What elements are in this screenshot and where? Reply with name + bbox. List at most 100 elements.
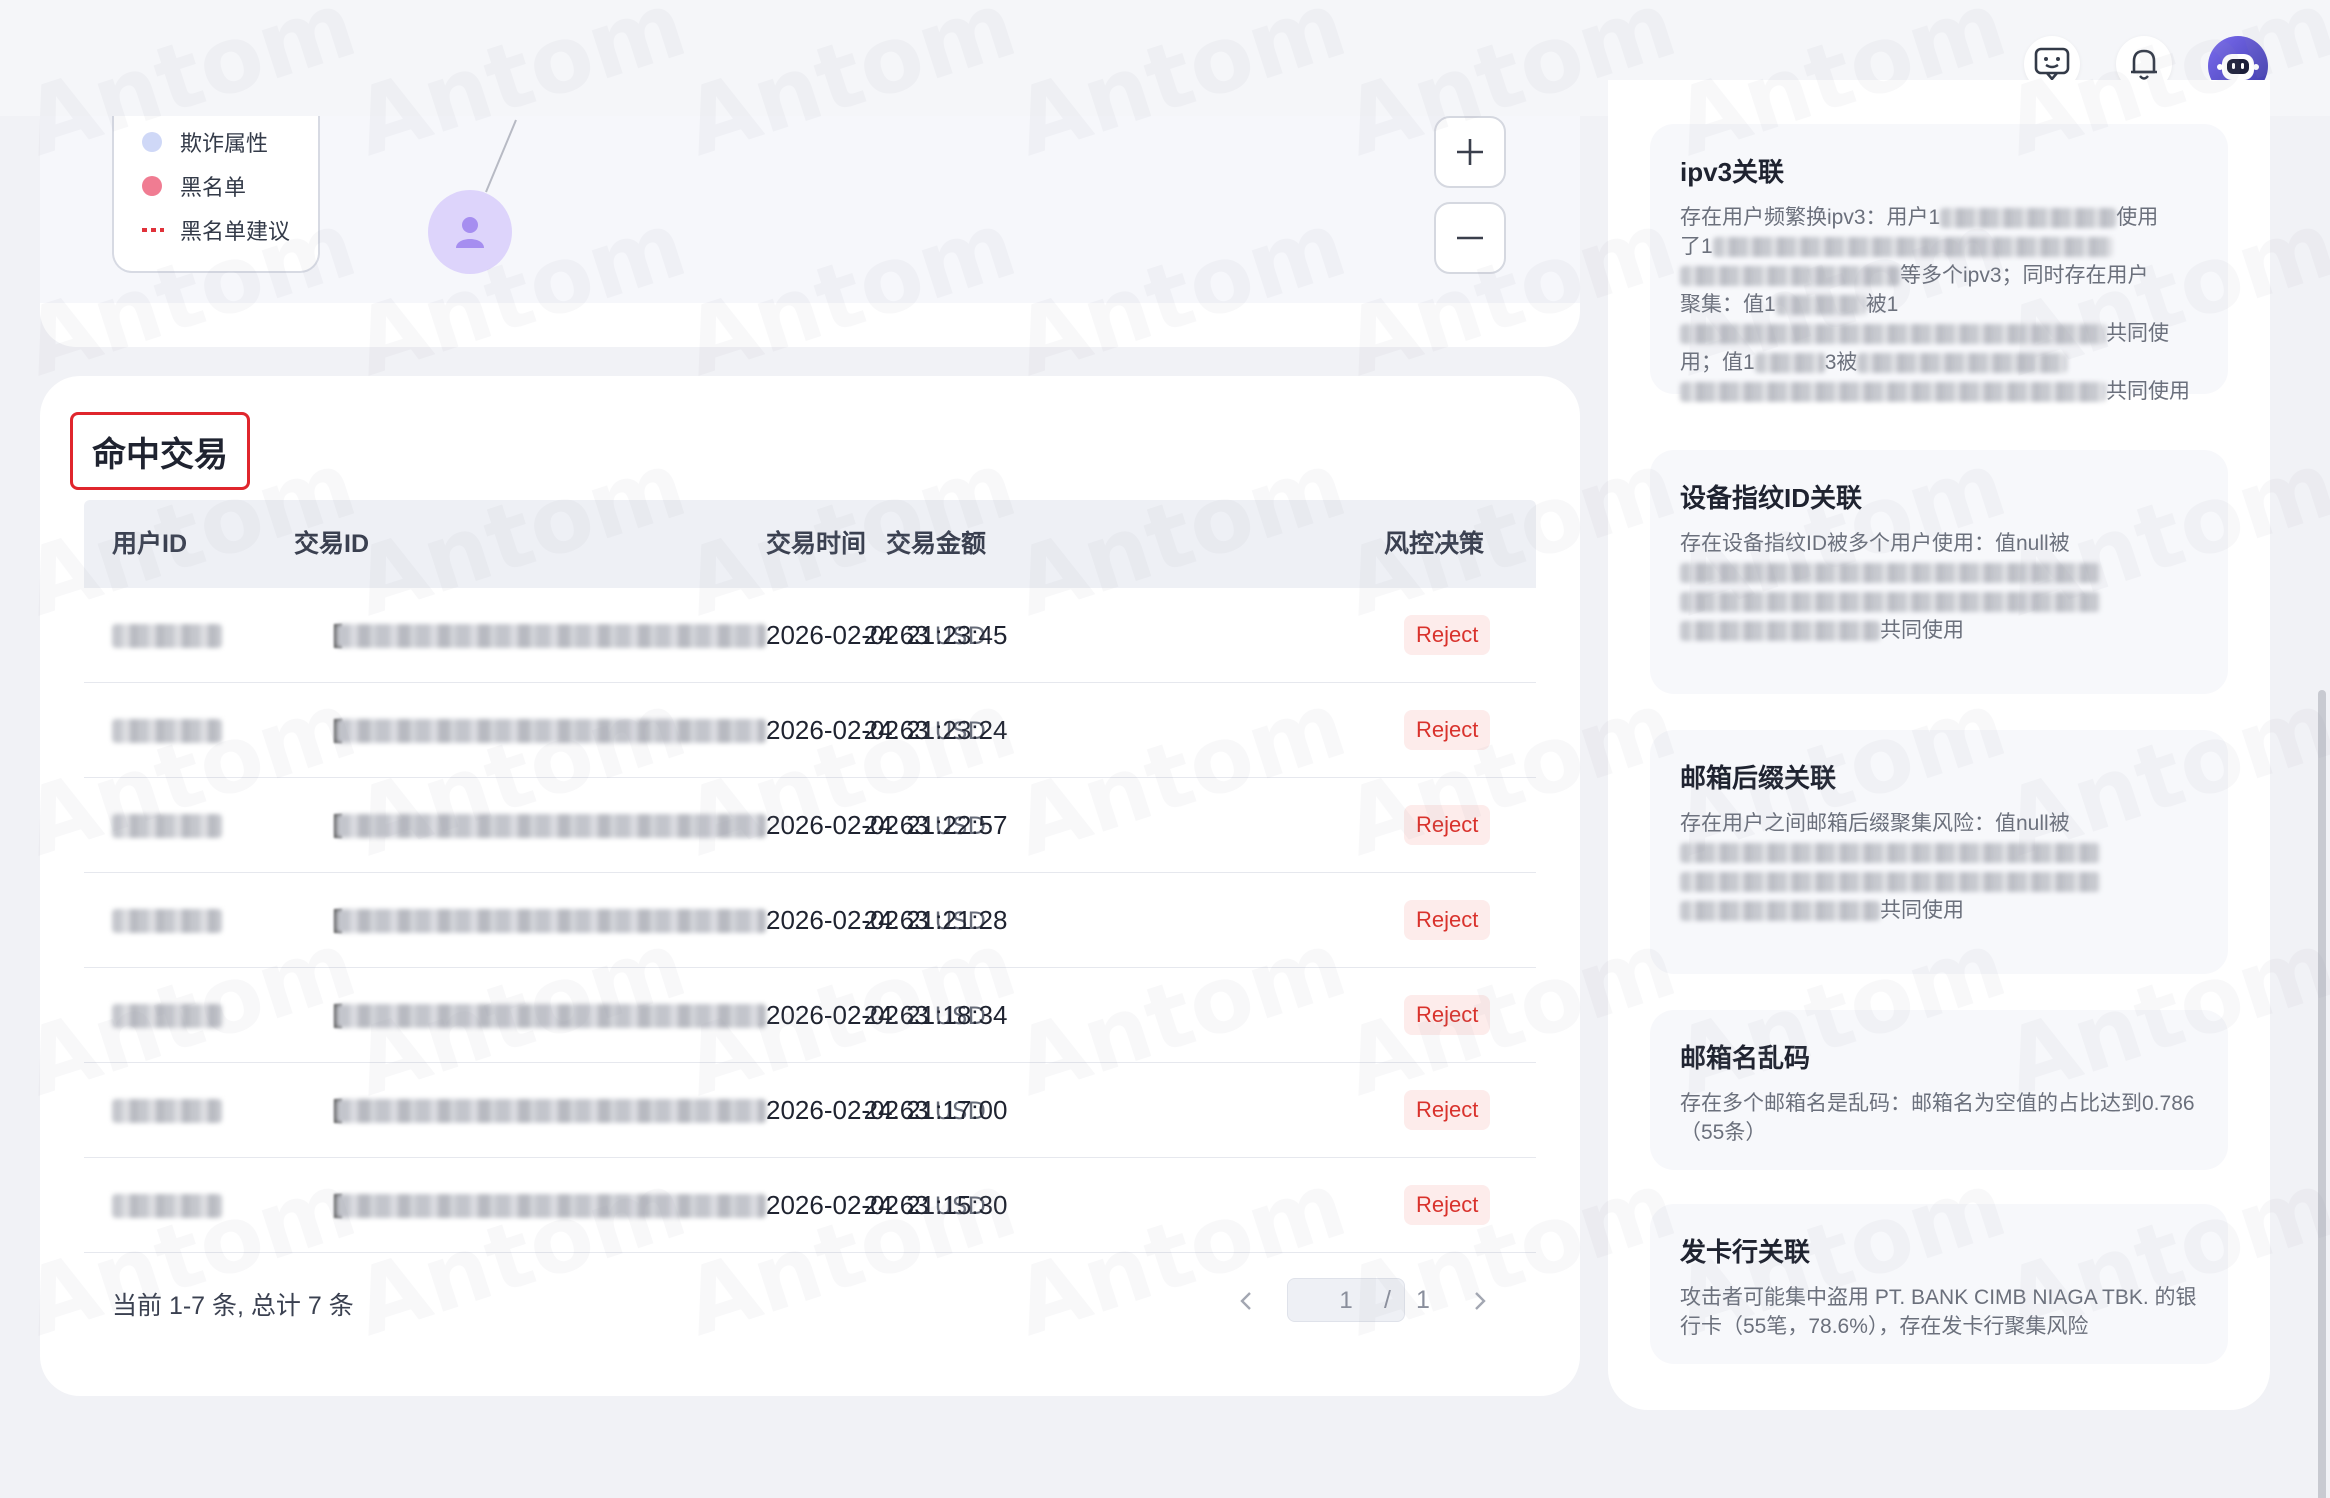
decision-badge: Reject xyxy=(1404,1090,1491,1130)
redacted-text xyxy=(1680,382,2106,403)
risk-item-device-fingerprint: 设备指纹ID关联 存在设备指纹ID被多个用户使用：值null被 共同使用 xyxy=(1650,450,2228,694)
desc-text: 等多个ipv3；同时存在用户 xyxy=(1900,264,2149,287)
risk-description: 存在用户频繁换ipv3：用户1 使用 了1 等多个ipv3；同时存在用户 聚集：值… xyxy=(1680,203,2198,406)
time-cell: 2026-02-02 21:23:24 xyxy=(766,715,1008,745)
redacted-user-id xyxy=(112,1004,222,1028)
legend-item-blacklist-suggestion: 黑名单建议 xyxy=(142,214,290,246)
table-row[interactable]: 24.63 USD 2026-02-02 21:15:30 Reject xyxy=(84,1158,1536,1253)
legend-label: 黑名单建议 xyxy=(180,219,291,244)
risk-item-ipv3: ipv3关联 存在用户频繁换ipv3：用户1 使用 了1 等多个ipv3；同时存在… xyxy=(1650,124,2228,403)
plus-icon xyxy=(1457,139,1483,165)
redacted-text xyxy=(1680,872,2100,893)
page-separator: / xyxy=(1384,1286,1391,1314)
redacted-text xyxy=(1680,563,2100,584)
decision-badge: Reject xyxy=(1404,615,1491,655)
risk-panel: ipv3关联 存在用户频繁换ipv3：用户1 使用 了1 等多个ipv3；同时存在… xyxy=(1608,80,2270,1410)
redacted-user-id xyxy=(112,1194,222,1218)
graph-legend: 欺诈属性 黑名单 黑名单建议 xyxy=(112,100,320,273)
table-row[interactable]: 24.63 USD 2026-02-02 21:23:24 Reject xyxy=(84,683,1536,778)
legend-item-fraud-attribute: 欺诈属性 xyxy=(142,126,268,158)
risk-title: ipv3关联 xyxy=(1680,157,1785,187)
hit-transactions-title: 命中交易 xyxy=(70,412,250,490)
desc-text: 存在设备指纹ID被多个用户使用：值null被 xyxy=(1680,532,2070,555)
redacted-user-id xyxy=(112,719,222,743)
user-icon xyxy=(456,217,484,248)
next-page-button[interactable] xyxy=(1464,1286,1494,1316)
decision-badge: Reject xyxy=(1404,995,1491,1035)
redacted-transaction-id xyxy=(336,1004,766,1028)
desc-text: 共同使 xyxy=(2106,322,2169,345)
desc-text: 存在用户之间邮箱后缀聚集风险：值null被 xyxy=(1680,812,2070,835)
redacted-text xyxy=(1940,208,2117,229)
redacted-transaction-id xyxy=(336,719,766,743)
risk-item-email-garbled: 邮箱名乱码 存在多个邮箱名是乱码：邮箱名为空值的占比达到0.786（55条） xyxy=(1650,1010,2228,1170)
redacted-text xyxy=(1754,353,1825,374)
risk-title: 邮箱名乱码 xyxy=(1680,1043,1811,1073)
column-header-user-id: 用户ID xyxy=(112,530,188,558)
chevron-left-icon xyxy=(1240,1292,1251,1310)
prev-page-button[interactable] xyxy=(1232,1286,1262,1316)
desc-text: 聚集：值1 xyxy=(1680,293,1776,316)
page-scrollbar[interactable] xyxy=(2318,690,2326,1498)
total-pages: 1 xyxy=(1416,1286,1430,1314)
table-row[interactable]: 24.63 USD 2026-02-02 21:23:45 Reject xyxy=(84,588,1536,683)
redacted-text xyxy=(1680,324,2106,345)
desc-text: 共同使用 xyxy=(2106,380,2190,403)
decision-badge: Reject xyxy=(1404,710,1491,750)
redacted-text xyxy=(1712,237,2113,258)
legend-dot-icon xyxy=(142,176,162,196)
decision-badge: Reject xyxy=(1404,805,1491,845)
redacted-transaction-id xyxy=(336,909,766,933)
legend-dot-icon xyxy=(142,132,162,152)
risk-item-email-suffix: 邮箱后缀关联 存在用户之间邮箱后缀聚集风险：值null被 共同使用 xyxy=(1650,730,2228,974)
redacted-text xyxy=(1680,592,2100,613)
chevron-right-icon xyxy=(1475,1292,1486,1310)
zoom-out-button[interactable] xyxy=(1434,202,1506,274)
table-header: 用户ID 交易ID 交易金额 交易时间 风控决策 xyxy=(84,500,1536,588)
legend-dash-icon xyxy=(142,228,164,232)
legend-label: 欺诈属性 xyxy=(180,131,269,156)
bell-icon xyxy=(2131,49,2157,80)
time-cell: 2026-02-02 21:15:30 xyxy=(766,1190,1008,1220)
table-row[interactable]: 24.63 USD 2026-02-02 21:18:34 Reject xyxy=(84,968,1536,1063)
desc-text: 3被 xyxy=(1824,351,1858,374)
redacted-text xyxy=(1680,621,1880,642)
decision-badge: Reject xyxy=(1404,900,1491,940)
risk-item-card-issuer: 发卡行关联 攻击者可能集中盗用 PT. BANK CIMB NIAGA TBK.… xyxy=(1650,1204,2228,1364)
graph-user-node[interactable] xyxy=(428,190,512,274)
redacted-user-id xyxy=(112,624,222,648)
legend-label: 黑名单 xyxy=(180,175,247,200)
redacted-user-id xyxy=(112,1099,222,1123)
redacted-text xyxy=(1857,353,2068,374)
minus-icon xyxy=(1457,236,1483,240)
redacted-text xyxy=(1775,295,1866,316)
desc-text: 用；值1 xyxy=(1680,351,1755,374)
redacted-transaction-id xyxy=(336,1099,766,1123)
risk-title: 发卡行关联 xyxy=(1680,1237,1811,1267)
desc-text: 共同使用 xyxy=(1880,899,1964,922)
zoom-in-button[interactable] xyxy=(1434,116,1506,188)
hit-transactions-card: 命中交易 用户ID 交易ID 交易金额 交易时间 风控决策 24.63 USD 2… xyxy=(40,376,1580,1396)
column-header-transaction-id: 交易ID xyxy=(294,530,370,558)
column-header-decision: 风控决策 xyxy=(1384,530,1485,558)
risk-title: 设备指纹ID关联 xyxy=(1680,483,1863,513)
redacted-user-id xyxy=(112,814,222,838)
redacted-transaction-id xyxy=(336,624,766,648)
risk-description: 存在多个邮箱名是乱码：邮箱名为空值的占比达到0.786（55条） xyxy=(1680,1092,2195,1144)
redacted-text xyxy=(1680,266,1900,287)
time-cell: 2026-02-02 21:22:57 xyxy=(766,810,1008,840)
table-row[interactable]: 24.63 USD 2026-02-02 21:21:28 Reject xyxy=(84,873,1536,968)
time-cell: 2026-02-02 21:18:34 xyxy=(766,1000,1008,1030)
table-row[interactable]: 24.63 USD 2026-02-02 21:22:57 Reject xyxy=(84,778,1536,873)
chat-bubble-icon xyxy=(2034,47,2070,82)
desc-text: 共同使用 xyxy=(1880,619,1964,642)
redacted-transaction-id xyxy=(336,814,766,838)
redacted-user-id xyxy=(112,909,222,933)
desc-text: 了1 xyxy=(1680,235,1713,258)
pagination-summary: 当前 1-7 条, 总计 7 条 xyxy=(112,1292,354,1320)
column-header-time: 交易时间 xyxy=(766,530,867,558)
redacted-text xyxy=(1680,901,1880,922)
redacted-text xyxy=(1680,843,2100,864)
redacted-transaction-id xyxy=(336,1194,766,1218)
table-row[interactable]: 24.63 USD 2026-02-02 21:17:00 Reject xyxy=(84,1063,1536,1158)
